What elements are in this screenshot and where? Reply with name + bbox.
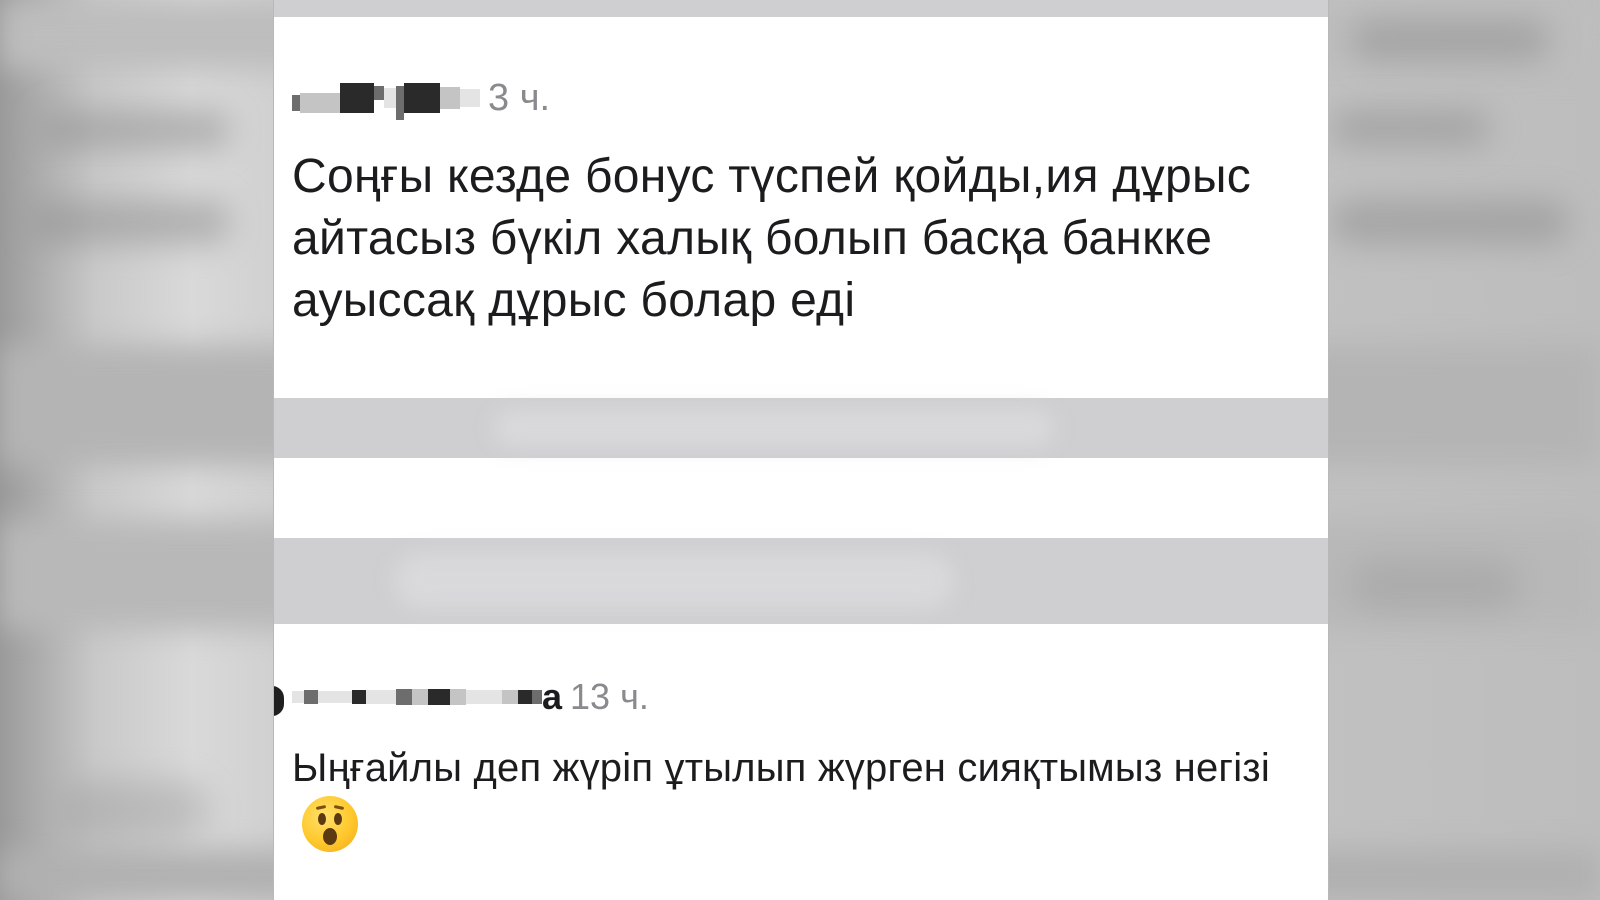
redacted-username [292, 76, 480, 120]
comment-text: Соңғы кезде бонус түспей қойды,ия дұрыс … [292, 150, 1252, 327]
comment-timestamp: 13 ч. [570, 676, 649, 717]
comment-item: 3 ч. Соңғы кезде бонус түспей қойды,ия д… [292, 76, 1310, 332]
comment-text: Ыңғайлы деп жүріп ұтылып жүрген сияқтымы… [292, 740, 1310, 855]
author-name-tail[interactable]: а [542, 676, 562, 718]
comment-item: а 13 ч. Ыңғайлы деп жүріп ұтылып жүрген … [292, 676, 1310, 855]
comments-screen: 3 ч. Соңғы кезде бонус түспей қойды,ия д… [273, 0, 1329, 900]
redacted-username [292, 689, 542, 705]
blurred-separator-bar [274, 538, 1328, 624]
surprised-face-icon [302, 796, 358, 852]
avatar[interactable] [274, 686, 284, 716]
comment-text-body: Ыңғайлы деп жүріп ұтылып жүрген сияқтымы… [292, 746, 1270, 790]
blurred-top-bar [274, 0, 1328, 17]
blurred-separator-bar [274, 398, 1328, 458]
comment-header: а 13 ч. [292, 676, 1310, 718]
comment-header: 3 ч. [292, 76, 1310, 120]
comment-timestamp: 3 ч. [488, 76, 551, 119]
